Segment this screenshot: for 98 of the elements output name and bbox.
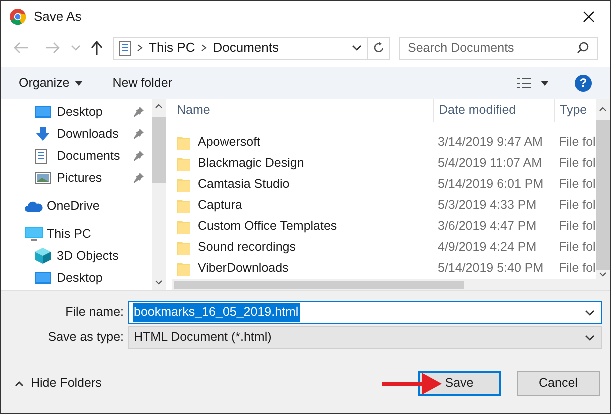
column-header[interactable]: Name bbox=[172, 99, 433, 122]
file-name-cell-text: Apowersoft bbox=[198, 134, 261, 152]
dropdown-caret-icon bbox=[585, 334, 595, 342]
type-cell-text: File fol bbox=[558, 197, 596, 214]
file-row[interactable]: Custom Office Templates 3/6/2019 4:47 PM File fol bbox=[172, 216, 596, 237]
nav-item[interactable]: 3D Objects bbox=[1, 245, 152, 267]
file-name-cell-text: Sound recordings bbox=[198, 239, 296, 256]
search-placeholder: Search Documents bbox=[408, 40, 516, 57]
nav-item[interactable]: Documents bbox=[1, 145, 152, 167]
scroll-up-icon bbox=[599, 107, 607, 112]
date-cell-text: 3/14/2019 9:47 AM bbox=[437, 134, 544, 152]
folder-icon bbox=[177, 262, 190, 276]
horizontal-scrollbar[interactable] bbox=[172, 279, 596, 291]
folder-icon bbox=[177, 136, 190, 150]
file-name-cell-text: Captura bbox=[198, 197, 242, 214]
file-row[interactable]: ViberDownloads 5/14/2019 5:40 PM File fol bbox=[172, 258, 596, 279]
scroll-down-icon bbox=[155, 280, 164, 285]
monitor-icon bbox=[35, 272, 51, 284]
close-icon bbox=[583, 11, 595, 23]
chevron-up-icon bbox=[15, 380, 24, 386]
chevron-right-icon bbox=[137, 44, 143, 52]
breadcrumb-item[interactable]: This PC bbox=[149, 38, 196, 58]
cancel-button[interactable]: Cancel bbox=[517, 371, 600, 396]
window-title: Save As bbox=[34, 8, 82, 26]
file-name-cell-text: Camtasia Studio bbox=[198, 176, 290, 194]
organize-button[interactable]: Organize bbox=[19, 74, 83, 92]
down-arrow-icon bbox=[35, 127, 51, 141]
dropdown-caret-icon bbox=[585, 308, 595, 316]
scroll-up-icon bbox=[155, 104, 164, 109]
cloud-icon bbox=[25, 200, 43, 212]
scroll-down-icon bbox=[599, 272, 607, 277]
file-row[interactable]: Camtasia Studio 5/14/2019 6:01 PM File fol bbox=[172, 174, 596, 195]
hide-folders-button[interactable]: Hide Folders bbox=[9, 374, 102, 393]
dropdown-caret-icon bbox=[541, 80, 549, 86]
date-cell-text: 5/14/2019 5:40 PM bbox=[437, 260, 545, 278]
help-button[interactable]: ? bbox=[575, 74, 592, 92]
view-options-button[interactable] bbox=[517, 78, 549, 88]
nav-item[interactable]: This PC bbox=[1, 223, 152, 245]
folder-icon bbox=[177, 178, 190, 192]
type-cell-text: File fol bbox=[558, 239, 596, 256]
new-folder-button[interactable]: New folder bbox=[112, 74, 172, 92]
type-cell-text: File fol bbox=[558, 218, 596, 236]
date-cell-text: 5/3/2019 4:33 PM bbox=[437, 197, 538, 214]
monitor-icon bbox=[35, 106, 51, 118]
back-arrow-icon bbox=[13, 42, 29, 54]
folder-icon bbox=[177, 220, 190, 234]
details-view-icon bbox=[517, 78, 531, 88]
type-cell-text: File fol bbox=[558, 134, 596, 152]
search-icon bbox=[577, 42, 589, 54]
up-arrow-icon bbox=[91, 41, 103, 55]
forward-arrow-icon bbox=[45, 42, 61, 54]
file-row[interactable]: Blackmagic Design 5/4/2019 11:07 AM File fol bbox=[172, 153, 596, 174]
scrollbar-thumb[interactable] bbox=[174, 281, 464, 289]
file-row[interactable]: Captura 5/3/2019 4:33 PM File fol bbox=[172, 195, 596, 216]
type-cell-text: File fol bbox=[558, 155, 596, 172]
file-row[interactable]: Apowersoft 3/14/2019 9:47 AM File fol bbox=[172, 132, 596, 153]
refresh-icon bbox=[372, 42, 384, 54]
field-label: Save as type: bbox=[47, 329, 125, 346]
picture-frame-icon bbox=[35, 172, 51, 184]
dropdown-caret-icon bbox=[74, 80, 83, 86]
type-cell-text: File fol bbox=[558, 260, 596, 278]
pointer-arrow-icon bbox=[382, 372, 442, 396]
date-cell-text: 5/4/2019 11:07 AM bbox=[437, 155, 544, 172]
date-cell-text: 5/14/2019 6:01 PM bbox=[437, 176, 545, 194]
nav-item[interactable]: Pictures bbox=[1, 167, 152, 189]
file-name-field[interactable]: bookmarks_16_05_2019.html bbox=[128, 301, 602, 324]
type-cell-text: File fol bbox=[558, 176, 596, 194]
date-cell-text: 3/6/2019 4:47 PM bbox=[437, 218, 538, 236]
scrollbar-thumb[interactable] bbox=[152, 117, 166, 183]
folder-icon bbox=[177, 240, 190, 254]
file-name-cell-text: Blackmagic Design bbox=[198, 155, 304, 172]
chevron-right-icon bbox=[201, 44, 208, 52]
column-header[interactable]: Date modified bbox=[433, 99, 554, 122]
document-icon bbox=[35, 148, 47, 164]
nav-item[interactable]: Downloads bbox=[1, 123, 152, 145]
file-name-cell-text: Custom Office Templates bbox=[198, 218, 338, 236]
scrollbar[interactable] bbox=[596, 99, 610, 291]
browser-logo-icon bbox=[10, 9, 26, 25]
date-cell-text: 4/9/2019 4:24 PM bbox=[437, 239, 538, 256]
scrollbar[interactable] bbox=[152, 99, 166, 290]
file-type-dropdown[interactable]: HTML Document (*.html) bbox=[128, 326, 602, 349]
nav-item[interactable]: Desktop bbox=[1, 101, 152, 123]
folder-icon bbox=[177, 156, 190, 170]
file-name-cell-text: ViberDownloads bbox=[198, 260, 289, 278]
folder-icon bbox=[177, 198, 190, 212]
address-bar[interactable]: This PC Documents bbox=[113, 36, 390, 60]
dropdown-caret-icon bbox=[71, 44, 81, 52]
dropdown-caret-icon bbox=[352, 44, 362, 52]
file-row[interactable]: Sound recordings 4/9/2019 4:24 PM File fol bbox=[172, 237, 596, 258]
scrollbar-thumb[interactable] bbox=[596, 120, 610, 270]
nav-item[interactable]: Desktop bbox=[1, 267, 152, 289]
document-icon bbox=[119, 40, 131, 56]
cube-icon bbox=[35, 248, 51, 264]
breadcrumb-item[interactable]: Documents bbox=[213, 38, 279, 58]
search-field[interactable]: Search Documents bbox=[399, 36, 598, 60]
field-label: File name: bbox=[64, 304, 125, 322]
computer-icon bbox=[25, 226, 43, 242]
nav-item[interactable]: OneDrive bbox=[1, 195, 152, 217]
